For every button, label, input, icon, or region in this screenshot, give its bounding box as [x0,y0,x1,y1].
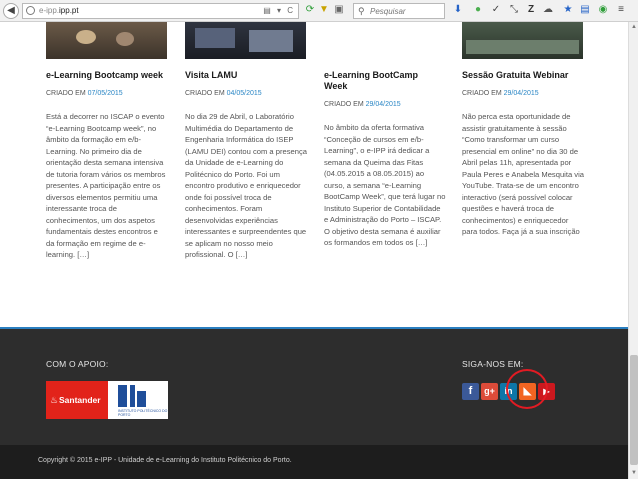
post-excerpt: No dia 29 de Abril, o Laboratório Multim… [185,112,307,259]
meta-label: CRIADO EM [324,101,364,108]
thumbnail-detail [116,32,134,46]
post-card: Visita LAMU CRIADO EM 04/05/2015 No dia … [185,70,307,261]
thumbnail-detail [76,30,96,44]
follow-label: SIGA-NOS EM: [462,359,524,369]
post-thumbnail[interactable] [46,22,167,59]
search-input[interactable] [370,5,440,17]
ipp-mark [137,391,146,407]
ipp-mark [130,385,135,407]
search-bar[interactable]: ⚲ [353,3,445,19]
ipp-name: INSTITUTO POLITÉCNICO DO PORTO [118,409,168,417]
post-title[interactable]: Visita LAMU [185,70,307,81]
home-icon[interactable]: ● [472,4,484,16]
flame-icon: ♨ [50,395,59,405]
reader-icon[interactable]: ▤ [579,4,591,16]
post-excerpt: Não perca esta oportunidade de assistir … [462,112,585,236]
thumbnail-detail [249,30,293,52]
copyright-text: Copyright © 2015 e-IPP - Unidade de e-Le… [38,457,292,464]
addon-icon[interactable]: ◉ [597,4,609,16]
meta-label: CRIADO EM [46,90,86,97]
post-date[interactable]: 04/05/2015 [227,90,262,97]
sponsor-logos[interactable]: ♨ Santander INSTITUTO POLITÉCNICO DO POR… [46,381,168,419]
url-action-icons[interactable]: ▤ ▾ C [263,5,295,17]
santander-name: Santander [59,395,101,405]
thumbnail-detail [195,28,235,48]
sync-icon[interactable]: ⤡ [508,4,520,16]
cloud-icon[interactable]: ☁ [542,4,554,16]
post-date[interactable]: 07/05/2015 [88,90,123,97]
ipp-mark [118,385,127,407]
address-bar[interactable]: e-ipp.ipp.pt ▤ ▾ C [22,3,299,19]
lock-icon[interactable]: ▣ [333,4,345,16]
post-card: Sessão Gratuita Webinar CRIADO EM 29/04/… [462,70,584,238]
search-icon: ⚲ [358,6,365,16]
post-thumbnail[interactable] [462,22,583,59]
post-title[interactable]: e-Learning Bootcamp week [46,70,168,81]
globe-icon [26,6,35,15]
google-plus-icon[interactable]: g+ [481,383,498,400]
meta-label: CRIADO EM [185,90,225,97]
scroll-down-icon[interactable]: ▼ [630,469,638,477]
scroll-thumb[interactable] [630,355,638,465]
post-meta: CRIADO EM 07/05/2015 [46,89,168,99]
post-date[interactable]: 29/04/2015 [366,101,401,108]
extension-icon[interactable]: ⟳ [304,4,316,16]
post-meta: CRIADO EM 29/04/2015 [324,100,446,110]
zotero-icon[interactable]: Z [525,4,537,16]
post-meta: CRIADO EM 04/05/2015 [185,89,307,99]
ipp-logo[interactable]: INSTITUTO POLITÉCNICO DO PORTO [110,381,168,419]
thumbnail-detail [466,40,579,54]
scroll-up-icon[interactable]: ▲ [630,23,638,31]
highlight-circle [506,369,548,409]
post-excerpt: No âmbito da oferta formativa “Conceção … [324,123,446,247]
support-label: COM O APOIO: [46,359,109,369]
facebook-icon[interactable]: f [462,383,479,400]
post-card: e-Learning BootCamp Week CRIADO EM 29/04… [324,70,446,249]
pocket-icon[interactable]: ✓ [490,4,502,16]
post-meta: CRIADO EM 29/04/2015 [462,89,584,99]
scrollbar[interactable]: ▲ ▼ [628,22,638,479]
santander-logo[interactable]: ♨ Santander [46,381,108,419]
shield-icon[interactable]: ▼ [318,4,330,16]
post-date[interactable]: 29/04/2015 [504,90,539,97]
post-title[interactable]: Sessão Gratuita Webinar [462,70,584,81]
post-card: e-Learning Bootcamp week CRIADO EM 07/05… [46,70,168,261]
menu-icon[interactable]: ≡ [615,4,627,16]
browser-toolbar: ◀ e-ipp.ipp.pt ▤ ▾ C ⟳ ▼ ▣ ⚲ ⬇ ● ✓ ⤡ Z ☁… [0,0,638,22]
url-text[interactable]: e-ipp.ipp.pt [39,5,79,17]
meta-label: CRIADO EM [462,90,502,97]
back-button[interactable]: ◀ [3,3,19,19]
post-excerpt: Está a decorrer no ISCAP o evento “e-Lea… [46,112,166,259]
post-thumbnail[interactable] [185,22,306,59]
post-title[interactable]: e-Learning BootCamp Week [324,70,424,92]
download-icon[interactable]: ⬇ [452,4,464,16]
bookmark-star-icon[interactable]: ★ [562,4,574,16]
